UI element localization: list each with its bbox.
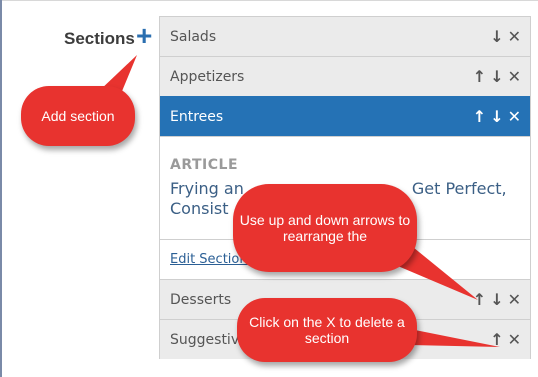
section-label: Entrees — [170, 108, 224, 125]
section-label: Appetizers — [170, 68, 245, 85]
move-down-icon[interactable]: ↓ — [489, 67, 504, 86]
row-controls: ↑ ✕ — [489, 320, 522, 359]
move-down-icon[interactable]: ↓ — [489, 290, 504, 309]
rearrange-callout: Use up and down arrows to rearrange the — [233, 184, 417, 272]
move-up-icon[interactable]: ↑ — [472, 107, 487, 126]
section-row-appetizers[interactable]: Appetizers ↑ ↓ ✕ — [160, 56, 530, 96]
delete-icon[interactable]: ✕ — [507, 290, 522, 309]
delete-icon[interactable]: ✕ — [507, 67, 522, 86]
article-title-line2: Consist — [170, 199, 229, 218]
row-controls: ↓ ✕ — [489, 17, 522, 56]
move-up-icon[interactable]: ↑ — [472, 290, 487, 309]
edit-section-link[interactable]: Edit Section — [170, 252, 248, 267]
frame-left-border — [0, 0, 2, 377]
section-row-entrees[interactable]: Entrees ↑ ↓ ✕ — [160, 96, 530, 136]
delete-icon[interactable]: ✕ — [507, 27, 522, 46]
sections-label: Sections — [64, 29, 135, 48]
section-row-salads[interactable]: Salads ↓ ✕ — [160, 16, 530, 56]
article-title-line1-tail: Get Perfect, — [411, 179, 507, 198]
move-up-icon[interactable]: ↑ — [489, 330, 504, 349]
delete-callout: Click on the X to delete a section — [237, 298, 417, 362]
section-label: Desserts — [170, 291, 232, 308]
add-section-icon[interactable]: + — [136, 22, 152, 50]
delete-icon[interactable]: ✕ — [507, 107, 522, 126]
delete-icon[interactable]: ✕ — [507, 330, 522, 349]
add-section-callout: Add section — [21, 86, 135, 146]
row-controls: ↑ ↓ ✕ — [472, 97, 522, 136]
move-up-icon[interactable]: ↑ — [472, 67, 487, 86]
row-controls: ↑ ↓ ✕ — [472, 280, 522, 319]
article-tag: ARTICLE — [170, 157, 239, 173]
row-controls: ↑ ↓ ✕ — [472, 57, 522, 96]
section-label: Salads — [170, 28, 217, 45]
move-down-icon[interactable]: ↓ — [489, 107, 504, 126]
move-down-icon[interactable]: ↓ — [489, 27, 504, 46]
frame-top-border — [0, 0, 538, 1]
article-title-line1: Frying an — [170, 179, 244, 198]
